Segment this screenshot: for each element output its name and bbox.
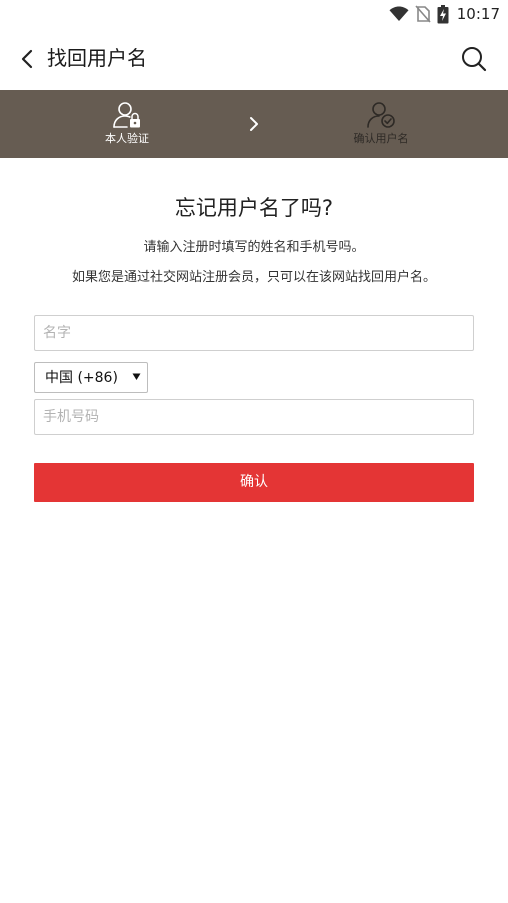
no-sim-icon [415, 5, 431, 23]
description-line-2: 如果您是通过社交网站注册会员，只可以在该网站找回用户名。 [71, 270, 436, 285]
country-code-value: 中国 (+86) [45, 370, 118, 386]
phone-input[interactable] [34, 399, 474, 435]
page-title: 找回用户名 [47, 46, 147, 70]
main-title: 忘记用户名了吗? [174, 196, 334, 220]
status-time: 10:17 [456, 5, 500, 23]
step-label: 本人验证 [105, 132, 149, 145]
name-input[interactable] [34, 315, 474, 351]
battery-charging-icon [437, 4, 449, 23]
step-identity-verification: 本人验证 [67, 90, 187, 158]
description-line-1: 请输入注册时填写的姓名和手机号吗。 [143, 240, 365, 255]
user-lock-icon [113, 102, 140, 128]
search-icon [462, 47, 487, 72]
search-button[interactable] [460, 45, 488, 73]
step-confirm-username: 确认用户名 [321, 90, 441, 158]
steps-bar: 本人验证 确认用户名 [0, 90, 508, 158]
status-bar: 10:17 [0, 0, 508, 28]
caret-down-icon [132, 373, 141, 380]
country-code-select[interactable]: 中国 (+86) [34, 362, 148, 393]
chevron-right-icon [250, 117, 258, 131]
wifi-icon [389, 6, 409, 21]
confirm-button[interactable]: 确认 [34, 463, 474, 502]
back-button[interactable] [14, 46, 40, 72]
chevron-left-icon [21, 49, 33, 69]
user-check-icon [367, 102, 395, 128]
app-header: 找回用户名 [0, 28, 508, 90]
step-label: 确认用户名 [353, 132, 409, 145]
status-icons: 10:17 [389, 4, 500, 24]
